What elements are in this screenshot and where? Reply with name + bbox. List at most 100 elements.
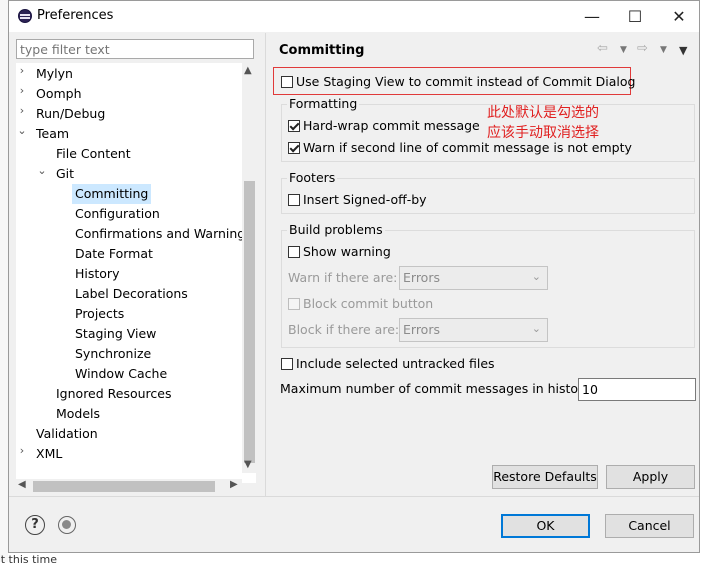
page-title: Committing: [279, 43, 365, 58]
tree-item-label-decorations[interactable]: Label Decorations: [75, 284, 188, 304]
hard-wrap-checkbox[interactable]: [288, 120, 300, 132]
tree-item-label: Window Cache: [75, 366, 168, 381]
warn-second-line-checkbox[interactable]: [288, 142, 300, 154]
hard-wrap-label: Hard-wrap commit message: [303, 118, 480, 133]
maximize-button[interactable]: ☐: [620, 5, 650, 27]
cancel-button[interactable]: Cancel: [605, 514, 694, 538]
apply-button[interactable]: Apply: [606, 465, 695, 489]
scroll-left-icon[interactable]: ◀: [18, 479, 26, 490]
footers-group-label: Footers: [287, 170, 338, 185]
window-title: Preferences: [37, 8, 114, 23]
tree-item-git[interactable]: Git: [56, 164, 74, 184]
max-messages-value: 10: [582, 382, 598, 397]
tree-item-label: Mylyn: [36, 66, 73, 81]
forward-dropdown-icon[interactable]: ▼: [660, 45, 667, 55]
tree-item-label: Git: [56, 166, 75, 181]
tree-item-label: XML: [36, 446, 63, 461]
show-warning-checkbox[interactable]: [288, 246, 300, 258]
chevron-down-icon: ⌄: [531, 322, 541, 335]
forward-arrow-icon[interactable]: ⇨: [637, 41, 648, 56]
signed-off-checkbox[interactable]: [288, 194, 300, 206]
tree-item-window-cache[interactable]: Window Cache: [75, 364, 167, 384]
tree-item-validation[interactable]: Validation: [36, 424, 98, 444]
include-untracked-checkbox[interactable]: [281, 358, 293, 370]
chevron-right-icon[interactable]: ›: [16, 104, 28, 117]
tree-item-label: Validation: [36, 426, 98, 441]
background-bottom-text: at this time: [0, 553, 57, 566]
block-if-combo[interactable]: Errors ⌄: [399, 318, 548, 342]
annotation-line-1: 此处默认是勾选的: [487, 105, 599, 121]
footer-divider: [9, 496, 699, 497]
tree-item-label: File Content: [56, 146, 131, 161]
tree-item-history[interactable]: History: [75, 264, 119, 284]
import-export-icon[interactable]: [58, 516, 76, 534]
restore-defaults-button[interactable]: Restore Defaults: [492, 465, 598, 489]
tree-horizontal-scrollbar[interactable]: ◀ ▶: [16, 479, 242, 493]
tree-item-xml[interactable]: XML: [36, 444, 62, 464]
help-icon[interactable]: ?: [25, 515, 45, 535]
build-problems-group-label: Build problems: [287, 222, 385, 237]
warn-if-combo[interactable]: Errors ⌄: [399, 266, 548, 290]
tree-item-run-debug[interactable]: Run/Debug: [36, 104, 105, 124]
tree-item-label: Date Format: [75, 246, 153, 261]
chevron-down-icon[interactable]: ⌄: [36, 164, 48, 177]
formatting-group-label: Formatting: [287, 96, 360, 111]
tree-item-staging-view[interactable]: Staging View: [75, 324, 156, 344]
tree-item-label: Committing: [75, 186, 149, 201]
back-arrow-icon[interactable]: ⇦: [597, 41, 608, 56]
back-dropdown-icon[interactable]: ▼: [620, 45, 627, 55]
tree-item-committing[interactable]: Committing: [72, 184, 152, 204]
chevron-right-icon[interactable]: ›: [16, 84, 28, 97]
use-staging-view-checkbox[interactable]: [281, 76, 293, 88]
tree-item-label: Team: [36, 126, 70, 141]
chevron-right-icon[interactable]: ›: [16, 444, 28, 457]
tree-item-team[interactable]: Team: [36, 124, 69, 144]
block-commit-checkbox[interactable]: [288, 298, 300, 310]
include-untracked-label: Include selected untracked files: [296, 356, 495, 371]
scroll-right-icon[interactable]: ▶: [230, 479, 238, 490]
tree-item-label: Models: [56, 406, 101, 421]
annotation-line-2: 应该手动取消选择: [487, 125, 599, 141]
tree-item-label: Staging View: [75, 326, 157, 341]
view-menu-icon[interactable]: ▼: [679, 44, 687, 57]
tree-item-date-format[interactable]: Date Format: [75, 244, 153, 264]
tree-item-label: Ignored Resources: [56, 386, 172, 401]
title-bar: Preferences — ☐ ✕: [9, 1, 699, 32]
pane-divider: [265, 33, 266, 496]
tree-item-synchronize[interactable]: Synchronize: [75, 344, 151, 364]
tree-item-file-content[interactable]: File Content: [56, 144, 131, 164]
tree-item-projects[interactable]: Projects: [75, 304, 124, 324]
close-button[interactable]: ✕: [664, 5, 694, 27]
ok-button[interactable]: OK: [501, 514, 590, 538]
tree-item-ignored-resources[interactable]: Ignored Resources: [56, 384, 172, 404]
chevron-right-icon[interactable]: ›: [16, 64, 28, 77]
max-messages-input[interactable]: 10: [578, 378, 696, 401]
scroll-down-icon[interactable]: ▼: [244, 459, 252, 470]
scroll-up-icon[interactable]: ▲: [244, 65, 252, 76]
tree-item-models[interactable]: Models: [56, 404, 100, 424]
background-window-edge: [0, 0, 8, 562]
tree-item-configuration[interactable]: Configuration: [75, 204, 160, 224]
annotation-note: 此处默认是勾选的 应该手动取消选择: [487, 103, 599, 143]
chevron-down-icon[interactable]: ⌄: [16, 124, 28, 137]
tree-item-label: Configuration: [75, 206, 160, 221]
tree-item-oomph[interactable]: Oomph: [36, 84, 82, 104]
eclipse-app-icon: [18, 9, 32, 23]
warn-if-label: Warn if there are:: [288, 270, 398, 285]
block-if-label: Block if there are:: [288, 322, 400, 337]
tree-vertical-scroll-thumb[interactable]: [244, 181, 255, 463]
tree-item-label: Confirmations and Warnings: [75, 226, 252, 241]
block-commit-label: Block commit button: [303, 296, 434, 311]
block-if-combo-value: Errors: [403, 322, 440, 337]
tree-item-label: Run/Debug: [36, 106, 106, 121]
preference-tree: › Mylyn › Oomph › Run/Debug ⌄ Team File Content ⌄…: [16, 63, 256, 483]
signed-off-label: Insert Signed-off-by: [303, 192, 427, 207]
minimize-button[interactable]: —: [577, 5, 607, 27]
tree-item-confirmations-and-warnings[interactable]: Confirmations and Warnings: [75, 224, 252, 244]
tree-vertical-scrollbar[interactable]: ▲ ▼: [242, 63, 256, 473]
tree-horizontal-scroll-thumb[interactable]: [33, 481, 215, 492]
use-staging-view-label: Use Staging View to commit instead of Co…: [296, 74, 636, 89]
filter-input[interactable]: [16, 39, 254, 59]
tree-item-mylyn[interactable]: Mylyn: [36, 64, 73, 84]
max-messages-label: Maximum number of commit messages in his…: [280, 381, 594, 396]
